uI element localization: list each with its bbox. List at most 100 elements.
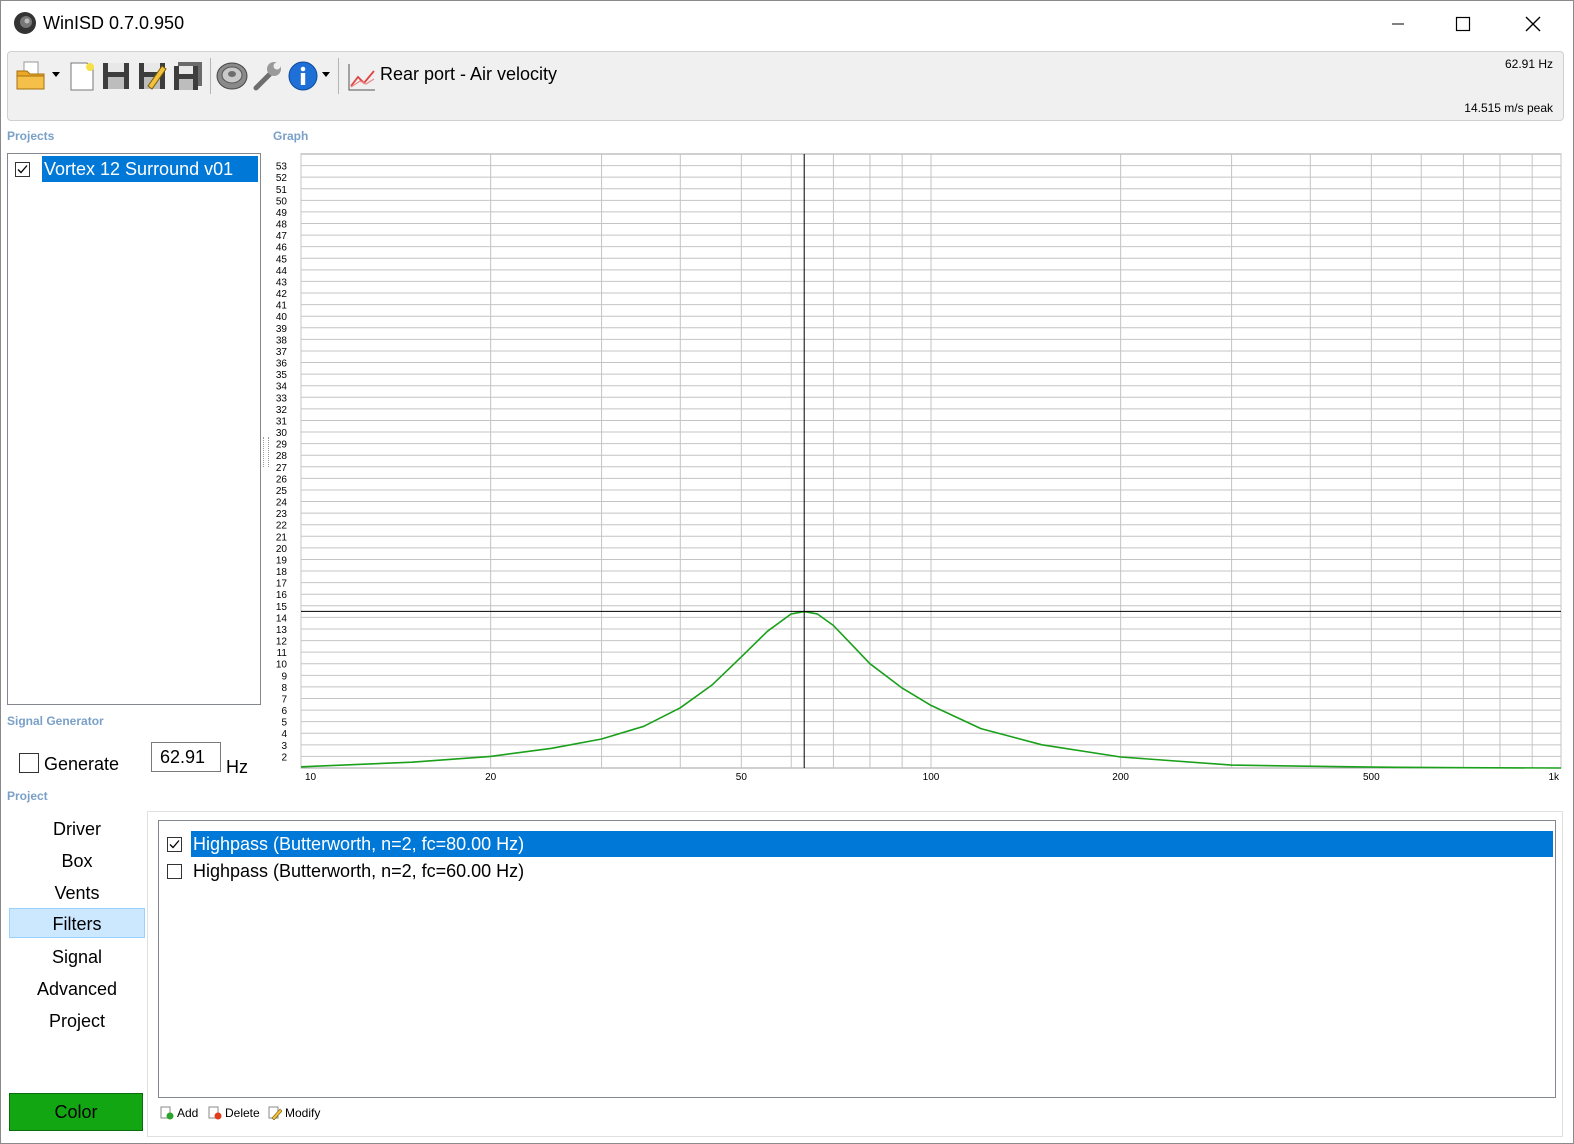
save-button[interactable] bbox=[100, 60, 132, 92]
y-tick-label: 28 bbox=[276, 451, 288, 462]
y-tick-label: 49 bbox=[276, 208, 288, 219]
close-icon bbox=[1525, 16, 1541, 32]
y-tick-label: 41 bbox=[276, 301, 288, 312]
projects-list: Vortex 12 Surround v01 bbox=[7, 153, 261, 705]
maximize-button[interactable] bbox=[1428, 1, 1498, 47]
y-tick-label: 29 bbox=[276, 440, 288, 451]
save-all-icon bbox=[174, 62, 202, 90]
y-tick-label: 23 bbox=[276, 509, 288, 520]
delete-filter-button[interactable]: Delete bbox=[208, 1106, 260, 1120]
save-as-button[interactable] bbox=[136, 60, 168, 92]
check-icon bbox=[17, 165, 28, 174]
y-tick-label: 52 bbox=[276, 173, 288, 184]
modify-filter-label: Modify bbox=[285, 1106, 321, 1120]
cursor-frequency-readout: 62.91 Hz bbox=[1504, 57, 1553, 71]
y-tick-label: 53 bbox=[276, 162, 288, 173]
y-tick-label: 37 bbox=[276, 347, 288, 358]
filter-item[interactable]: Highpass (Butterworth, n=2, fc=60.00 Hz) bbox=[161, 858, 1553, 884]
open-button[interactable] bbox=[14, 60, 64, 92]
y-tick-label: 15 bbox=[276, 602, 288, 613]
check-icon bbox=[169, 840, 180, 849]
graph-type-label: Rear port - Air velocity bbox=[380, 64, 558, 84]
add-filter-button[interactable]: Add bbox=[160, 1106, 198, 1120]
nav-item-box[interactable]: Box bbox=[9, 846, 145, 876]
x-tick-label: 200 bbox=[1112, 772, 1129, 783]
y-tick-label: 17 bbox=[276, 579, 288, 590]
y-tick-label: 46 bbox=[276, 243, 288, 254]
info-icon bbox=[288, 61, 330, 91]
toolbar-separator bbox=[338, 58, 339, 94]
y-tick-label: 45 bbox=[276, 254, 288, 265]
maximize-icon bbox=[1455, 16, 1471, 32]
y-tick-label: 22 bbox=[276, 521, 288, 532]
y-tick-label: 9 bbox=[281, 671, 287, 682]
y-tick-label: 24 bbox=[276, 498, 288, 509]
info-button[interactable] bbox=[288, 60, 336, 92]
save-as-icon bbox=[139, 63, 167, 90]
x-tick-label: 50 bbox=[736, 772, 748, 783]
x-tick-label: 1k bbox=[1548, 772, 1560, 783]
y-tick-label: 16 bbox=[276, 590, 288, 601]
y-tick-label: 13 bbox=[276, 625, 288, 636]
nav-item-signal[interactable]: Signal bbox=[9, 942, 145, 972]
y-tick-label: 7 bbox=[281, 694, 287, 705]
y-tick-label: 30 bbox=[276, 428, 288, 439]
driver-icon bbox=[216, 62, 248, 90]
driver-button[interactable] bbox=[216, 60, 248, 92]
speaker-app-icon bbox=[14, 12, 36, 34]
y-tick-label: 14 bbox=[276, 613, 288, 624]
cursor-value-readout: 14.515 m/s peak bbox=[1464, 101, 1553, 115]
filters-list: Highpass (Butterworth, n=2, fc=80.00 Hz)… bbox=[158, 820, 1556, 1098]
app-window: WinISD 0.7.0.950 Rear port - Air velocit… bbox=[0, 0, 1574, 1144]
nav-item-filters[interactable]: Filters bbox=[9, 908, 145, 938]
y-tick-label: 36 bbox=[276, 359, 288, 370]
project-name: Vortex 12 Surround v01 bbox=[42, 156, 258, 182]
y-tick-label: 12 bbox=[276, 637, 288, 648]
y-tick-label: 26 bbox=[276, 474, 288, 485]
modify-filter-button[interactable]: Modify bbox=[268, 1106, 320, 1120]
y-tick-label: 33 bbox=[276, 393, 288, 404]
filter-label: Highpass (Butterworth, n=2, fc=60.00 Hz) bbox=[193, 861, 525, 881]
y-tick-label: 42 bbox=[276, 289, 288, 300]
y-tick-label: 48 bbox=[276, 220, 288, 231]
y-tick-label: 20 bbox=[276, 544, 288, 555]
toolbar-separator bbox=[210, 58, 211, 94]
frequency-input[interactable] bbox=[151, 742, 221, 772]
y-tick-label: 11 bbox=[277, 648, 288, 659]
save-all-button[interactable] bbox=[172, 60, 204, 92]
filter-checkbox[interactable] bbox=[167, 864, 182, 879]
filter-item[interactable]: Highpass (Butterworth, n=2, fc=80.00 Hz) bbox=[161, 831, 1553, 857]
filters-panel: Highpass (Butterworth, n=2, fc=80.00 Hz)… bbox=[147, 811, 1563, 1137]
nav-item-project[interactable]: Project bbox=[9, 1006, 145, 1036]
y-tick-label: 18 bbox=[276, 567, 288, 578]
nav-item-driver[interactable]: Driver bbox=[9, 814, 145, 844]
project-item[interactable]: Vortex 12 Surround v01 bbox=[10, 156, 258, 182]
y-tick-label: 40 bbox=[276, 312, 288, 323]
graph-icon bbox=[348, 64, 375, 91]
air-velocity-chart[interactable]: 2345678910111213141516171819202122232425… bbox=[271, 151, 1566, 791]
new-button[interactable] bbox=[66, 60, 98, 92]
graph-select-button[interactable] bbox=[346, 60, 378, 92]
y-tick-label: 51 bbox=[276, 185, 288, 196]
y-tick-label: 10 bbox=[276, 660, 288, 671]
projects-section-label: Projects bbox=[7, 129, 55, 143]
filter-checkbox[interactable] bbox=[167, 837, 182, 852]
tools-wrench-icon bbox=[253, 62, 281, 91]
open-folder-icon bbox=[16, 61, 60, 90]
save-icon bbox=[103, 63, 129, 89]
panel-splitter[interactable] bbox=[263, 437, 269, 467]
y-tick-label: 47 bbox=[276, 231, 288, 242]
minimize-button[interactable] bbox=[1363, 1, 1433, 47]
x-tick-label: 10 bbox=[305, 772, 317, 783]
y-tick-label: 4 bbox=[281, 729, 287, 740]
y-tick-label: 32 bbox=[276, 405, 288, 416]
y-tick-label: 19 bbox=[276, 555, 288, 566]
y-tick-label: 34 bbox=[276, 382, 288, 393]
generate-checkbox[interactable] bbox=[19, 753, 39, 773]
project-checkbox[interactable] bbox=[15, 162, 30, 177]
close-button[interactable] bbox=[1498, 1, 1568, 47]
nav-item-advanced[interactable]: Advanced bbox=[9, 974, 145, 1004]
nav-item-vents[interactable]: Vents bbox=[9, 878, 145, 908]
color-button[interactable]: Color bbox=[9, 1093, 143, 1131]
tools-button[interactable] bbox=[252, 60, 284, 92]
